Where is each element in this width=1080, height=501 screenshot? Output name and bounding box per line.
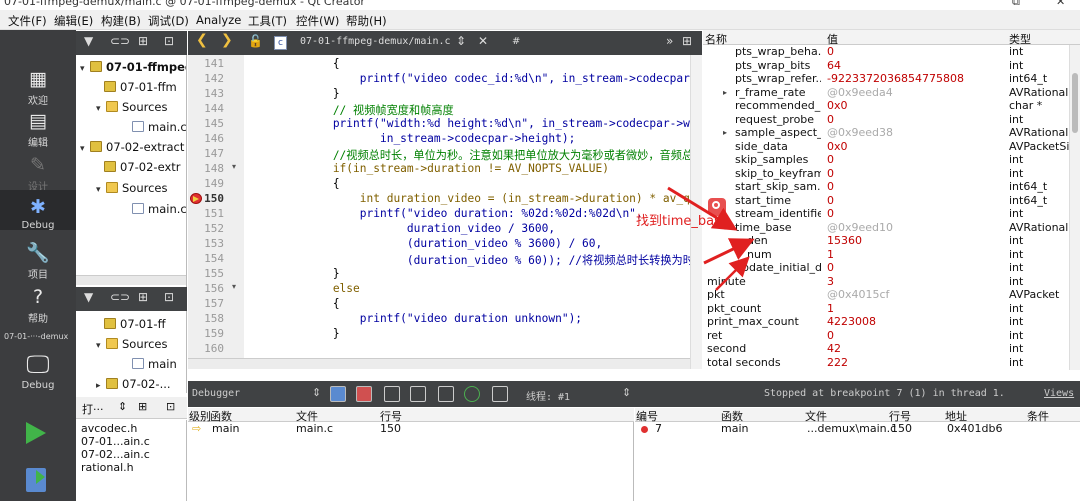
step-over-icon[interactable] <box>384 386 400 402</box>
breakpoint-address: 0x401db6 <box>947 422 1003 435</box>
dropdown-arrows-icon[interactable]: ⇕ <box>312 386 321 399</box>
disassembly-icon[interactable] <box>492 386 508 402</box>
continue-icon[interactable] <box>330 386 346 402</box>
current-frame-arrow-icon: ⇨ <box>192 422 202 435</box>
stack-view: 级别 函数 文件 行号 ⇨ main main.c 150 <box>188 408 634 501</box>
step-out-icon[interactable] <box>438 386 454 402</box>
breakpoint-function: main <box>721 422 749 435</box>
stack-row[interactable]: ⇨ main main.c 150 <box>188 422 634 436</box>
stack-line: 150 <box>380 422 401 435</box>
breakpoint-number: 7 <box>655 422 662 435</box>
breakpoints-view: 编号 函数 文件 行号 地址 条件 7 main ...demux\main.c… <box>635 408 1080 501</box>
step-into-icon[interactable] <box>410 386 426 402</box>
breakpoint-file: ...demux\main.c <box>807 422 897 435</box>
stack-file: main.c <box>296 422 334 435</box>
stop-debugger-icon[interactable] <box>356 386 372 402</box>
thread-selector[interactable]: 线程: #1 <box>526 388 570 403</box>
stack-function: main <box>212 422 240 435</box>
breakpoint-row[interactable]: 7 main ...demux\main.c 150 0x401db6 <box>635 422 1080 436</box>
thread-dropdown-icon[interactable]: ⇕ <box>622 386 631 399</box>
stack-header: 级别 函数 文件 行号 <box>188 408 634 423</box>
views-button[interactable]: Views <box>1044 388 1074 399</box>
debugger-label: Debugger <box>192 388 241 399</box>
breakpoints-header: 编号 函数 文件 行号 地址 条件 <box>635 408 1080 423</box>
breakpoint-line: 150 <box>891 422 912 435</box>
debugger-toolbar: Debugger ⇕ 线程: #1 ⇕ Stopped at breakpoin… <box>188 381 1080 407</box>
restart-icon[interactable] <box>464 386 480 402</box>
breakpoint-icon <box>641 426 648 433</box>
debugger-status: Stopped at breakpoint 7 (1) in thread 1. <box>764 388 1005 399</box>
